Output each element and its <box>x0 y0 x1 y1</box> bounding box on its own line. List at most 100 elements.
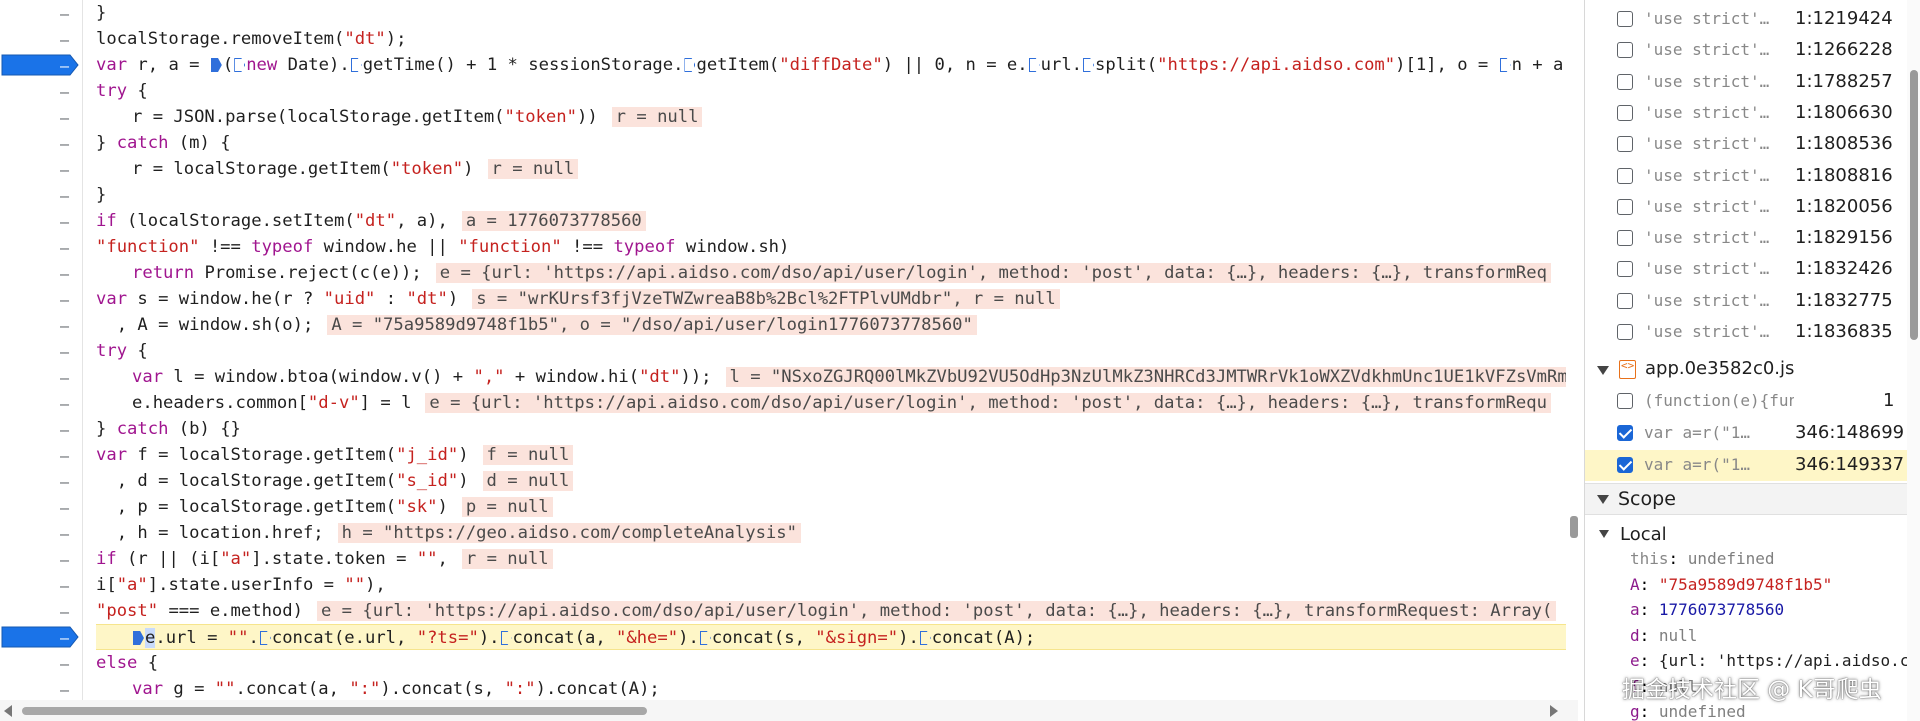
breakpoint-checkbox[interactable] <box>1617 324 1633 340</box>
collapse-triangle-icon[interactable] <box>1599 530 1609 538</box>
breakpoint-checkbox[interactable] <box>1617 393 1633 409</box>
code-line[interactable]: var r, a = (new Date). getTime() + 1 * se… <box>96 52 1563 78</box>
breakpoint-row-paused[interactable]: var a=r("1… 346:149337 <box>1585 450 1920 481</box>
gutter-line[interactable]: – <box>0 208 82 234</box>
gutter-line[interactable]: – <box>0 156 82 182</box>
gutter-line[interactable]: – <box>0 0 82 26</box>
breakpoint-row[interactable]: 'use strict'… 1:1788257 <box>1585 67 1920 98</box>
inline-breakpoint-active-icon[interactable] <box>133 631 144 645</box>
gutter-line[interactable]: – <box>0 650 82 676</box>
inline-variable-value[interactable]: d = null <box>482 471 574 491</box>
breakpoint-checkbox[interactable] <box>1617 11 1633 27</box>
inline-breakpoint-hollow-icon[interactable] <box>259 631 271 645</box>
horizontal-scroll-thumb[interactable] <box>22 707 647 715</box>
gutter-line[interactable]: – <box>0 234 82 260</box>
inline-variable-value[interactable]: a = 1776073778560 <box>461 211 646 231</box>
inline-breakpoint-hollow-icon[interactable] <box>350 58 362 72</box>
breakpoint-checkbox[interactable] <box>1617 292 1633 309</box>
scope-variable-row[interactable]: A: "75a9589d9748f1b5" <box>1630 575 1920 601</box>
code-line[interactable]: return Promise.reject(c(e)); e = {url: 'h… <box>96 260 1551 286</box>
inline-variable-value[interactable]: s = "wrKUrsf3fjVzeTWZwreaB8b%2Bcl%2FTPlv… <box>472 289 1060 309</box>
breakpoint-row[interactable]: 'use strict'… 1:1808536 <box>1585 129 1920 160</box>
code-line[interactable]: var l = window.btoa(window.v() + "," + w… <box>96 364 1566 390</box>
breakpoint-row[interactable]: 'use strict'… 1:1832775 <box>1585 286 1920 317</box>
breakpoint-file-group[interactable]: <> app.0e3582c0.js <box>1585 355 1920 385</box>
gutter-line[interactable]: – <box>0 260 82 286</box>
inline-breakpoint-active-icon[interactable] <box>210 58 222 72</box>
gutter-line[interactable]: – <box>0 442 82 468</box>
breakpoint-row[interactable]: 'use strict'… 1:1806630 <box>1585 98 1920 129</box>
gutter-line[interactable]: – <box>0 598 82 624</box>
line-gutter[interactable]: – – – – – – – – – – – – – – – – – – – – – – – – – – – <box>0 0 83 700</box>
code-line[interactable]: , A = window.sh(o); A = "75a9589d9748f1b5… <box>96 312 977 338</box>
collapse-triangle-icon[interactable] <box>1597 495 1609 504</box>
gutter-line[interactable]: – <box>0 338 82 364</box>
code-line[interactable]: } catch (b) {} <box>96 416 241 442</box>
gutter-line[interactable]: – <box>0 52 82 78</box>
scope-local-header[interactable]: Local <box>1585 520 1920 548</box>
inline-variable-value[interactable]: r = null <box>611 107 703 127</box>
code-line[interactable]: if (localStorage.setItem("dt", a), a = 17… <box>96 208 646 234</box>
inline-variable-value[interactable]: e = {url: 'https://api.aidso.com/dso/api… <box>316 601 1557 621</box>
inline-variable-value[interactable]: e = {url: 'https://api.aidso.com/dso/api… <box>425 393 1551 413</box>
code-line[interactable]: else { <box>96 650 158 676</box>
scroll-left-arrow-icon[interactable] <box>4 705 12 717</box>
code-line[interactable]: , d = localStorage.getItem("s_id") d = nu… <box>96 468 574 494</box>
inline-breakpoint-hollow-icon[interactable] <box>699 631 711 645</box>
gutter-line[interactable]: – <box>0 78 82 104</box>
breakpoint-row[interactable]: 'use strict'… 1:1808816 <box>1585 161 1920 192</box>
gutter-line[interactable]: – <box>0 546 82 572</box>
inline-variable-value[interactable]: f = null <box>482 445 574 465</box>
code-line[interactable]: } catch (m) { <box>96 130 231 156</box>
breakpoint-row[interactable]: 'use strict'… 1:1836835 <box>1585 317 1920 348</box>
gutter-line[interactable]: – <box>0 104 82 130</box>
breakpoint-checkbox[interactable] <box>1617 42 1633 59</box>
breakpoint-row[interactable]: 'use strict'… 1:1219424 <box>1585 4 1920 35</box>
gutter-line[interactable]: – <box>0 520 82 546</box>
gutter-line[interactable]: – <box>0 390 82 416</box>
breakpoint-checkbox[interactable] <box>1617 425 1633 441</box>
breakpoint-checkbox[interactable] <box>1617 136 1633 153</box>
editor-horizontal-scrollbar[interactable] <box>0 700 1578 721</box>
code-line[interactable]: , p = localStorage.getItem("sk") p = null <box>96 494 553 520</box>
breakpoint-checkbox[interactable] <box>1617 198 1633 215</box>
breakpoint-row[interactable]: 'use strict'… 1:1820056 <box>1585 192 1920 223</box>
code-line[interactable]: r = localStorage.getItem("token") r = nul… <box>96 156 579 182</box>
breakpoint-row[interactable]: var a=r("1… 346:148699 <box>1585 418 1920 449</box>
gutter-line[interactable]: – <box>0 312 82 338</box>
inline-breakpoint-hollow-icon[interactable] <box>1083 58 1095 72</box>
code-area[interactable]: } localStorage.removeItem("dt"); var r, a … <box>96 0 1566 700</box>
current-execution-line[interactable]: e.url = "". concat(e.url, "?ts="). concat(… <box>96 624 1566 650</box>
inline-variable-value[interactable]: r = null <box>461 549 553 569</box>
scope-variable-row[interactable]: g: undefined <box>1630 702 1920 721</box>
inline-breakpoint-hollow-icon[interactable] <box>500 631 512 645</box>
code-line[interactable]: var f = localStorage.getItem("j_id") f = … <box>96 442 574 468</box>
gutter-line[interactable]: – <box>0 494 82 520</box>
code-line[interactable]: localStorage.removeItem("dt"); <box>96 26 406 52</box>
breakpoint-checkbox[interactable] <box>1617 104 1633 121</box>
editor-vertical-scroll-marker[interactable] <box>1570 516 1578 538</box>
gutter-line[interactable]: – <box>0 572 82 598</box>
inline-variable-value[interactable]: r = null <box>487 159 579 179</box>
breakpoint-checkbox[interactable] <box>1617 230 1633 247</box>
scope-variable-row[interactable]: d: null <box>1630 626 1920 652</box>
inline-breakpoint-hollow-icon[interactable] <box>684 58 696 72</box>
code-editor[interactable]: – – – – – – – – – – – – – – – – – – – – – – – – – – – } localStorag… <box>0 0 1578 700</box>
code-line[interactable]: e.headers.common["d-v"] = l e = {url: 'ht… <box>96 390 1551 416</box>
code-line[interactable]: var g = "".concat(a, ":").concat(s, ":")… <box>96 676 660 700</box>
code-line[interactable]: if (r || (i["a"].state.token = "", r = nu… <box>96 546 553 572</box>
code-line[interactable]: } <box>96 182 106 208</box>
gutter-line[interactable]: – <box>0 286 82 312</box>
collapse-triangle-icon[interactable] <box>1597 366 1609 375</box>
code-line[interactable]: var s = window.he(r ? "uid" : "dt") s = "… <box>96 286 1060 312</box>
gutter-line[interactable]: – <box>0 364 82 390</box>
gutter-line[interactable]: – <box>0 182 82 208</box>
inline-variable-value[interactable]: e = {url: 'https://api.aidso.com/dso/api… <box>435 263 1551 283</box>
scope-variable-row[interactable]: a: 1776073778560 <box>1630 600 1920 626</box>
code-line[interactable]: r = JSON.parse(localStorage.getItem("tok… <box>96 104 703 130</box>
breakpoint-row[interactable]: 'use strict'… 1:1829156 <box>1585 223 1920 254</box>
breakpoint-row[interactable]: (function(e){functi… 1 <box>1585 386 1920 417</box>
inline-breakpoint-hollow-icon[interactable] <box>1028 58 1040 72</box>
code-line[interactable]: , h = location.href; h = "https://geo.aid… <box>96 520 801 546</box>
breakpoint-checkbox[interactable] <box>1617 73 1633 90</box>
